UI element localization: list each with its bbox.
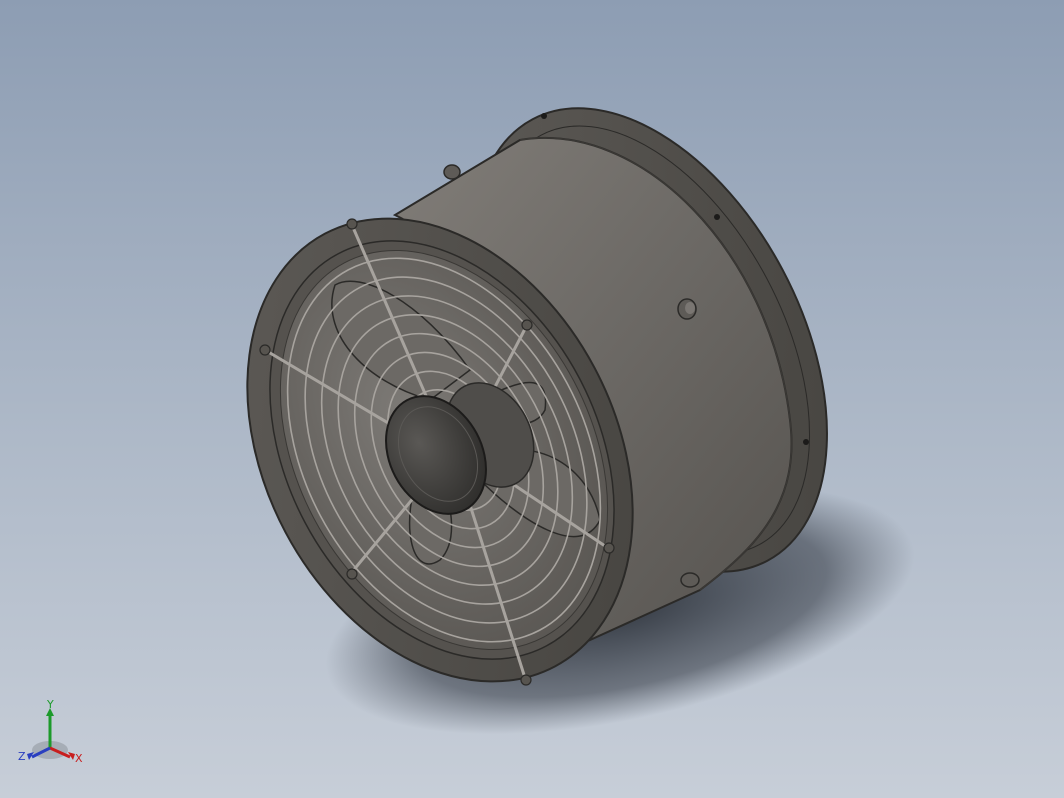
bolt-hole — [541, 113, 547, 119]
view-orientation-triad[interactable]: Y X Z — [18, 700, 90, 780]
y-axis-label: Y — [46, 700, 54, 711]
graphics-viewport[interactable]: Y X Z — [0, 0, 1064, 798]
mounting-boss — [680, 572, 700, 588]
mounting-boss — [677, 298, 697, 320]
bolt-hole — [714, 214, 720, 220]
z-axis-label: Z — [18, 750, 26, 763]
x-axis-label: X — [75, 752, 83, 765]
bolt-hole — [803, 439, 809, 445]
fan-model[interactable] — [0, 0, 1064, 798]
mounting-boss — [443, 164, 461, 180]
